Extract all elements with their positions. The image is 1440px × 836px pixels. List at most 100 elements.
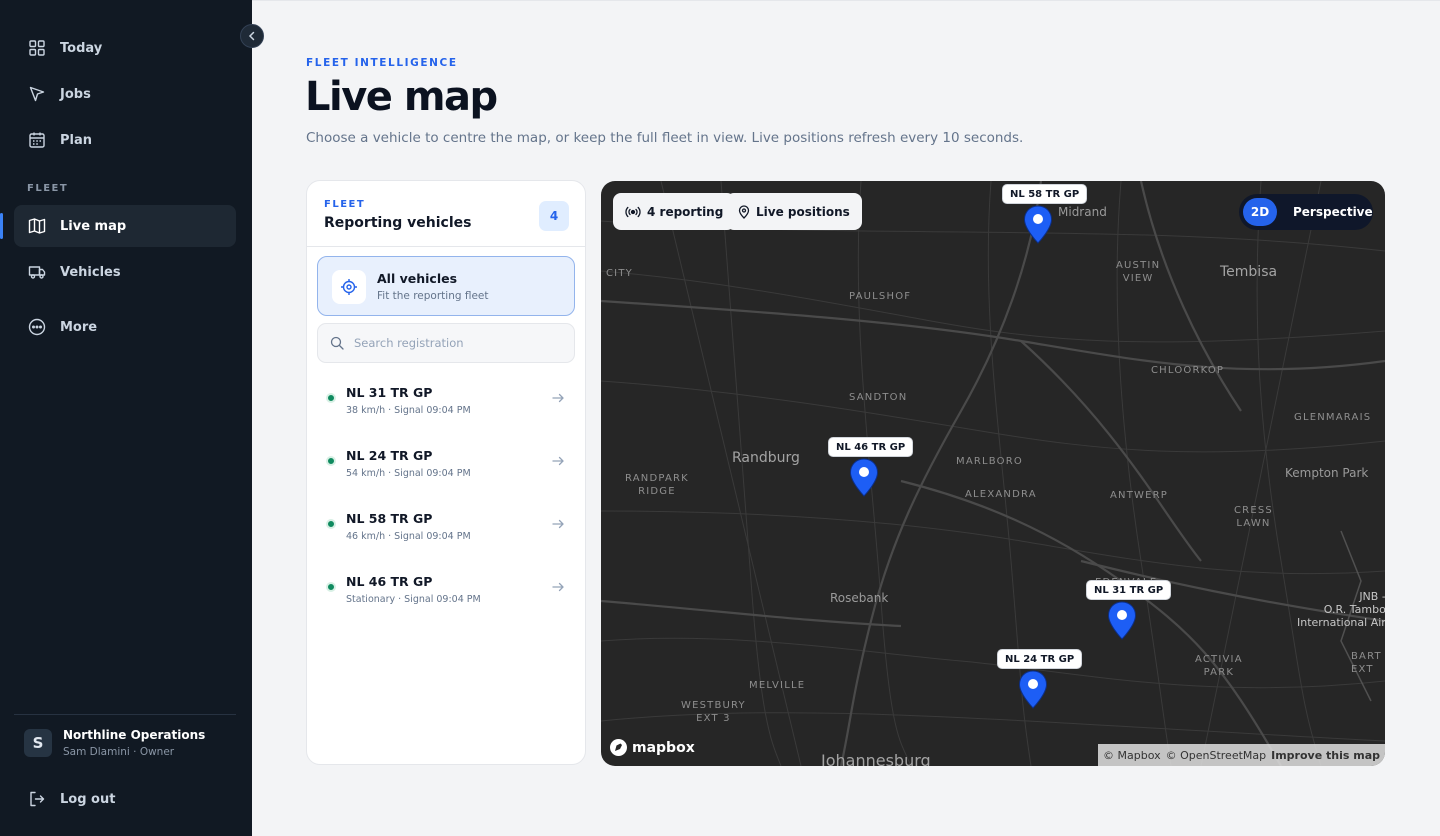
vehicle-registration: NL 58 TR GP bbox=[346, 511, 433, 526]
vehicle-pin-label: NL 46 TR GP bbox=[828, 437, 914, 457]
logout-label: Log out bbox=[60, 791, 116, 807]
all-vehicles-button[interactable]: All vehicles Fit the reporting fleet bbox=[317, 256, 575, 316]
arrow-right-icon bbox=[552, 582, 564, 592]
place-label: MELVILLE bbox=[749, 680, 806, 691]
attribution-mapbox-link[interactable]: © Mapbox bbox=[1103, 749, 1161, 762]
reporting-chip: 4 reporting bbox=[613, 193, 736, 230]
online-status-dot bbox=[326, 456, 336, 466]
nav-live-map[interactable]: Live map bbox=[0, 205, 236, 247]
improve-map-link[interactable]: Improve this map bbox=[1271, 749, 1380, 762]
logout-button[interactable]: Log out bbox=[14, 778, 236, 820]
page-title: Live map bbox=[305, 74, 498, 120]
map-icon bbox=[28, 218, 46, 234]
live-map-canvas[interactable]: Midrand CITY AUSTIN VIEW Tembisa PAULSHO… bbox=[601, 181, 1385, 766]
view-mode-toggle: 2D Perspective bbox=[1239, 194, 1373, 230]
vehicle-registration: NL 46 TR GP bbox=[346, 574, 433, 589]
more-icon bbox=[28, 318, 46, 336]
account-card[interactable]: S Northline Operations Sam Dlamini · Own… bbox=[24, 728, 205, 758]
map-pin-icon[interactable] bbox=[1018, 670, 1048, 710]
place-label: Midrand bbox=[1058, 205, 1107, 219]
nav-more[interactable]: More bbox=[14, 306, 236, 348]
panel-title: Reporting vehicles bbox=[324, 215, 472, 231]
toggle-perspective-button[interactable]: Perspective bbox=[1293, 205, 1373, 219]
vehicle-meta: 38 km/h · Signal 09:04 PM bbox=[346, 405, 471, 416]
attribution-osm-link[interactable]: © OpenStreetMap bbox=[1166, 749, 1267, 762]
top-border bbox=[252, 0, 1440, 1]
place-label: GLENMARAIS bbox=[1294, 412, 1372, 423]
online-status-dot bbox=[326, 519, 336, 529]
search-icon bbox=[330, 336, 344, 350]
arrow-right-icon bbox=[552, 519, 564, 529]
search-box bbox=[317, 323, 575, 363]
panel-eyebrow: FLEET bbox=[324, 199, 366, 210]
nav-plan-label: Plan bbox=[60, 132, 93, 148]
vehicle-meta: 46 km/h · Signal 09:04 PM bbox=[346, 531, 471, 542]
crosshair-icon bbox=[341, 279, 357, 295]
place-label: AUSTIN VIEW bbox=[1116, 260, 1161, 284]
place-label: CRESS LAWN bbox=[1234, 505, 1273, 529]
search-registration-input[interactable] bbox=[354, 336, 554, 350]
place-label: Randburg bbox=[732, 450, 800, 466]
vehicle-row[interactable]: NL 31 TR GP 38 km/h · Signal 09:04 PM bbox=[317, 377, 575, 433]
mapbox-logo-text: mapbox bbox=[632, 739, 695, 756]
toggle-2d-button[interactable]: 2D bbox=[1243, 198, 1277, 226]
place-label: CITY bbox=[606, 268, 633, 279]
sidebar: Today Jobs Plan FLEET Live map Vehicles … bbox=[0, 0, 252, 836]
map-attribution: © Mapbox © OpenStreetMap Improve this ma… bbox=[1098, 744, 1385, 766]
vehicle-pin-label: NL 24 TR GP bbox=[997, 649, 1083, 669]
vehicle-meta: 54 km/h · Signal 09:04 PM bbox=[346, 468, 471, 479]
map-pin-icon[interactable] bbox=[1107, 601, 1137, 641]
nav-vehicles-label: Vehicles bbox=[60, 264, 121, 280]
place-label: ALEXANDRA bbox=[965, 489, 1037, 500]
truck-icon bbox=[28, 266, 46, 279]
calendar-icon bbox=[29, 132, 45, 148]
map-pin-icon[interactable] bbox=[1023, 205, 1053, 245]
nav-live-map-label: Live map bbox=[60, 218, 127, 234]
broadcast-icon bbox=[625, 206, 641, 217]
vehicle-row[interactable]: NL 58 TR GP 46 km/h · Signal 09:04 PM bbox=[317, 503, 575, 559]
place-label: Johannesburg bbox=[821, 751, 931, 767]
place-label: WESTBURY EXT 3 bbox=[681, 700, 746, 724]
live-positions-label: Live positions bbox=[756, 204, 850, 219]
nav-today[interactable]: Today bbox=[14, 27, 236, 69]
all-vehicles-title: All vehicles bbox=[377, 271, 458, 286]
vehicle-row[interactable]: NL 46 TR GP Stationary · Signal 09:04 PM bbox=[317, 566, 575, 622]
map-pin-icon[interactable] bbox=[849, 458, 879, 498]
sidebar-divider bbox=[14, 714, 236, 715]
place-label: BART EXT bbox=[1351, 651, 1382, 675]
place-label: CHLOORKOP bbox=[1151, 365, 1225, 376]
nav-more-label: More bbox=[60, 319, 98, 335]
page-subtitle: Choose a vehicle to centre the map, or k… bbox=[306, 130, 1024, 146]
online-status-dot bbox=[326, 393, 336, 403]
user-role: Sam Dlamini · Owner bbox=[63, 746, 175, 758]
arrow-right-icon bbox=[552, 456, 564, 466]
place-label: ACTIVIA PARK bbox=[1195, 654, 1243, 678]
place-label: SANDTON bbox=[849, 392, 908, 403]
place-label: JNB - O.R. Tambo International Air bbox=[1297, 590, 1385, 629]
avatar: S bbox=[24, 729, 52, 757]
chevron-left-icon bbox=[248, 31, 255, 41]
arrow-right-icon bbox=[552, 393, 564, 403]
vehicle-registration: NL 31 TR GP bbox=[346, 385, 433, 400]
panel-header: FLEET Reporting vehicles 4 bbox=[307, 181, 585, 247]
nav-jobs[interactable]: Jobs bbox=[14, 73, 236, 115]
place-label: Rosebank bbox=[830, 591, 889, 605]
mapbox-logo[interactable]: mapbox bbox=[609, 738, 695, 757]
place-label: PAULSHOF bbox=[849, 291, 912, 302]
place-label: Kempton Park bbox=[1285, 466, 1369, 480]
vehicle-count-badge: 4 bbox=[539, 201, 569, 231]
collapse-sidebar-button[interactable] bbox=[240, 24, 264, 48]
nav-vehicles[interactable]: Vehicles bbox=[14, 251, 236, 293]
place-label: RANDPARK RIDGE bbox=[625, 473, 689, 497]
org-name: Northline Operations bbox=[63, 728, 206, 742]
all-vehicles-subtitle: Fit the reporting fleet bbox=[377, 290, 489, 302]
vehicle-row[interactable]: NL 24 TR GP 54 km/h · Signal 09:04 PM bbox=[317, 440, 575, 496]
nav-plan[interactable]: Plan bbox=[14, 119, 236, 161]
target-icon-box bbox=[332, 270, 366, 304]
grid-icon bbox=[29, 40, 45, 56]
vehicle-pin-label: NL 31 TR GP bbox=[1086, 580, 1172, 600]
fleet-panel: FLEET Reporting vehicles 4 All vehicles … bbox=[306, 180, 586, 765]
online-status-dot bbox=[326, 582, 336, 592]
reporting-chip-label: 4 reporting bbox=[647, 204, 724, 219]
vehicle-pin-label: NL 58 TR GP bbox=[1002, 184, 1088, 204]
